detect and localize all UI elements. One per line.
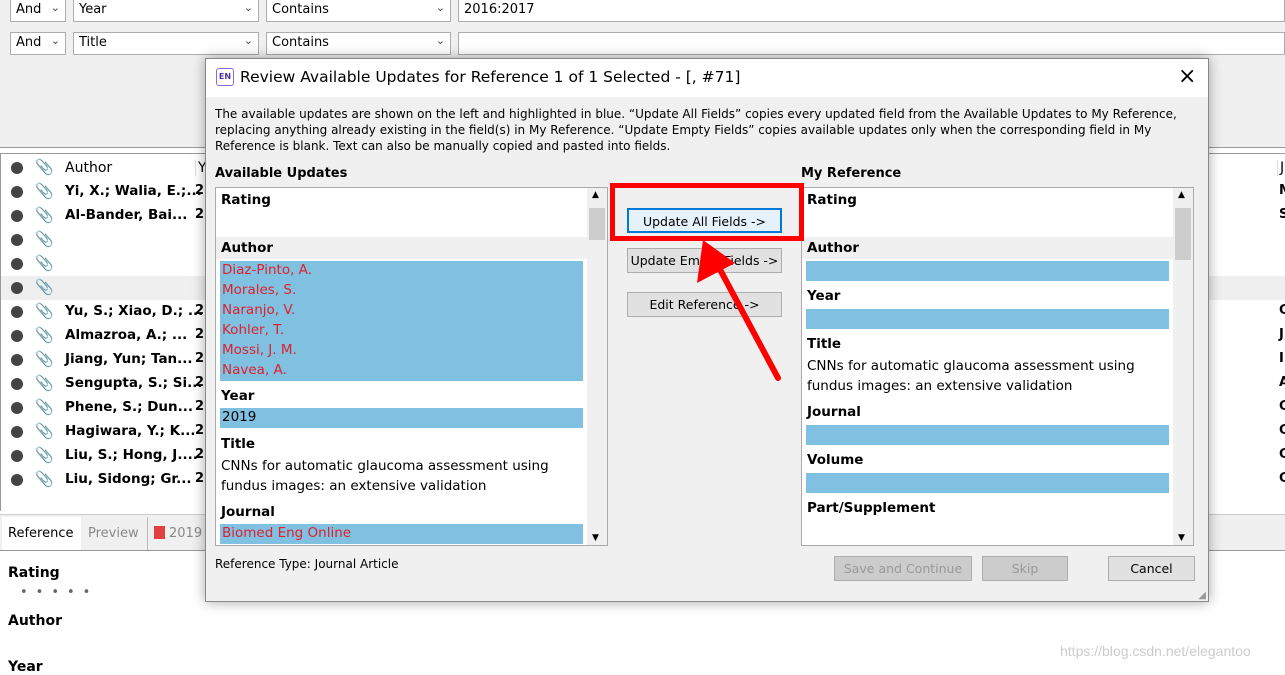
annotation-arrow bbox=[697, 240, 781, 381]
